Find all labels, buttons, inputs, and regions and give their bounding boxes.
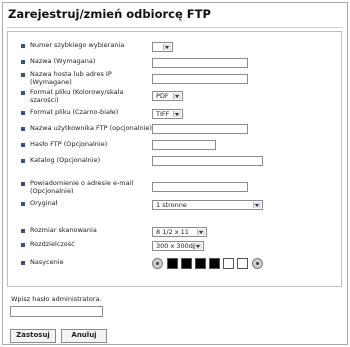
host-label: Nazwa hosta lub adres IP (Wymagane) xyxy=(30,70,112,86)
ftp-password-input[interactable] xyxy=(152,140,216,150)
email-notice-label: Powiadomienie o adresie e-mail (Opcjonal… xyxy=(30,179,134,195)
saturation-level-6[interactable] xyxy=(237,258,248,269)
file-format-bw-value: TIFF xyxy=(156,110,170,118)
file-format-color-label: Format pliku (Kolorowy/skala szarości) xyxy=(30,88,124,104)
form-panel: Numer szybkiego wybierania Nazwa (Wymaga… xyxy=(7,31,342,287)
file-format-color-value: PDF xyxy=(156,92,169,100)
bullet-icon xyxy=(21,243,25,247)
saturation-level-4[interactable] xyxy=(209,258,220,269)
ftp-password-label: Hasło FTP (Opcjonalnie) xyxy=(30,140,108,148)
resolution-label: Rozdzielczość xyxy=(30,240,75,248)
original-select[interactable]: 1 stronne xyxy=(152,200,263,210)
saturation-level-1[interactable] xyxy=(167,258,178,269)
bullet-icon xyxy=(21,143,25,147)
chevron-down-icon xyxy=(173,111,181,117)
saturation-label: Nasycenie xyxy=(30,258,64,266)
host-input[interactable] xyxy=(152,74,248,84)
apply-button[interactable]: Zastosuj xyxy=(10,329,56,343)
saturation-level-3[interactable] xyxy=(195,258,206,269)
cancel-button[interactable]: Anuluj xyxy=(61,329,107,343)
bullet-icon xyxy=(21,182,25,186)
saturation-decrease-button[interactable] xyxy=(152,258,163,269)
bullet-icon xyxy=(21,202,25,206)
bullet-icon xyxy=(21,60,25,64)
bullet-icon xyxy=(21,229,25,233)
title-divider xyxy=(7,27,343,28)
directory-label: Katalog (Opcjonalnie) xyxy=(30,156,101,164)
ftp-user-label: Nazwa użytkownika FTP (opcjonalnie) xyxy=(30,124,152,132)
name-label: Nazwa (Wymagana) xyxy=(30,57,96,65)
chevron-down-icon xyxy=(253,202,261,208)
chevron-down-icon xyxy=(173,93,181,99)
chevron-down-icon xyxy=(163,44,171,50)
bullet-icon xyxy=(21,159,25,163)
chevron-down-icon xyxy=(194,243,202,249)
original-value: 1 stronne xyxy=(156,201,187,209)
saturation-level-2[interactable] xyxy=(181,258,192,269)
admin-password-prompt: Wpisz hasło administratora. xyxy=(11,295,102,303)
bullet-icon xyxy=(21,261,25,265)
scan-size-select[interactable]: 8 1/2 x 11 xyxy=(152,227,207,237)
bullet-icon xyxy=(21,73,25,77)
saturation-level-5[interactable] xyxy=(223,258,234,269)
quick-dial-select[interactable] xyxy=(152,42,173,52)
chevron-down-icon xyxy=(197,229,205,235)
name-input[interactable] xyxy=(152,58,248,68)
original-label: Oryginał xyxy=(30,199,58,207)
bullet-icon xyxy=(21,127,25,131)
quick-dial-label: Numer szybkiego wybierania xyxy=(30,41,125,49)
email-notice-input[interactable] xyxy=(152,182,248,192)
directory-input[interactable] xyxy=(152,156,263,166)
page-title: Zarejestruj/zmień odbiorcę FTP xyxy=(8,7,211,21)
scan-size-value: 8 1/2 x 11 xyxy=(156,228,189,236)
scan-size-label: Rozmiar skanowania xyxy=(30,226,97,234)
resolution-select[interactable]: 300 x 300dpi xyxy=(152,241,204,251)
bullet-icon xyxy=(21,111,25,115)
file-format-bw-label: Format pliku (Czarno-białe) xyxy=(30,108,119,116)
saturation-increase-button[interactable] xyxy=(252,258,263,269)
window-frame: Zarejestruj/zmień odbiorcę FTP Numer szy… xyxy=(2,2,348,345)
bullet-icon xyxy=(21,91,25,95)
admin-password-input[interactable] xyxy=(10,306,103,317)
resolution-value: 300 x 300dpi xyxy=(156,242,199,250)
bullet-icon xyxy=(21,44,25,48)
ftp-user-input[interactable] xyxy=(152,124,248,134)
file-format-color-select[interactable]: PDF xyxy=(152,91,183,101)
file-format-bw-select[interactable]: TIFF xyxy=(152,109,183,119)
